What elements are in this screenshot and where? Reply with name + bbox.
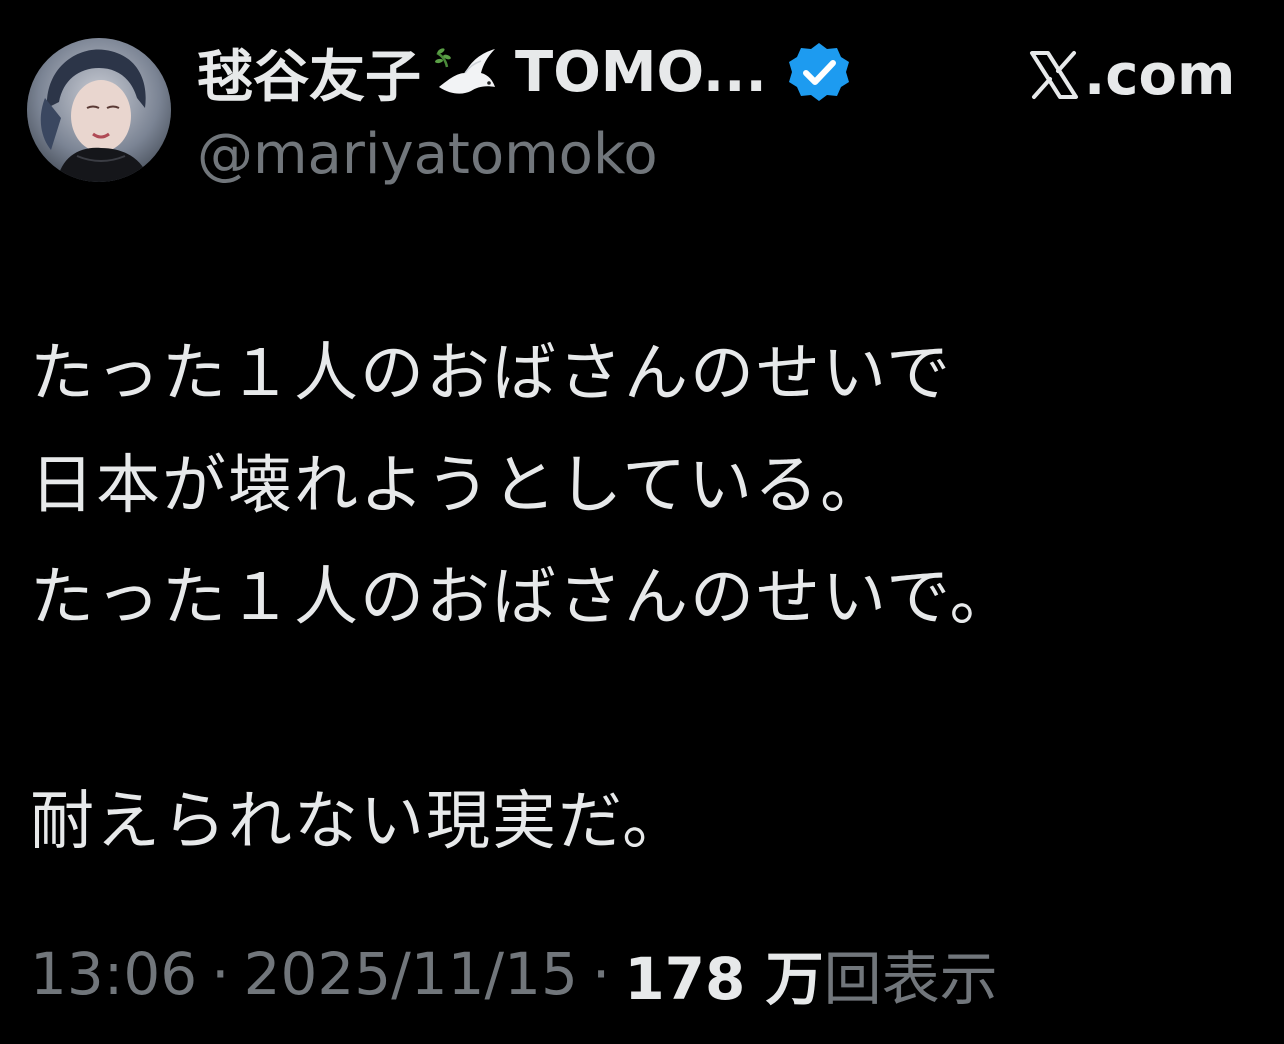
author-name-row[interactable]: 毬谷友子 TOMO... [197, 32, 851, 112]
avatar[interactable] [27, 38, 171, 182]
tweet-text-line: 耐えられない現実だ。 [30, 785, 689, 859]
views-label: 回表示 [823, 945, 998, 1013]
tweet-time[interactable]: 13:06 [30, 940, 197, 1008]
x-brand[interactable]: .com [1028, 38, 1235, 112]
views-count[interactable]: 178 万 [624, 932, 823, 1016]
author-display-name-rest: TOMO... [515, 39, 767, 105]
meta-separator: · [211, 940, 230, 1008]
tweet-date[interactable]: 2025/11/15 [244, 940, 578, 1008]
tweet-body: たった１人のおばさんのせいで 日本が壊れようとしている。 たった１人のおばさんの… [30, 318, 1260, 878]
tweet-text-line: たった１人のおばさんのせいで。 [30, 561, 1016, 635]
tweet-card: 毬谷友子 TOMO... @mariyatomoko .com たった１人のおば… [0, 0, 1284, 1044]
x-logo-icon [1028, 49, 1080, 101]
verified-badge-icon [787, 40, 851, 104]
tweet-text-line [30, 654, 1260, 766]
tweet-meta: 13:06 · 2025/11/15 · 178 万 回表示 [30, 934, 998, 1014]
author-display-name: 毬谷友子 [197, 44, 421, 110]
tweet-text-line: 日本が壊れようとしている。 [30, 449, 887, 523]
author-handle[interactable]: @mariyatomoko [197, 122, 658, 187]
brand-text: .com [1084, 42, 1236, 108]
dove-icon [435, 43, 499, 101]
meta-separator: · [591, 940, 611, 1008]
tweet-text-line: たった１人のおばさんのせいで [30, 337, 953, 411]
